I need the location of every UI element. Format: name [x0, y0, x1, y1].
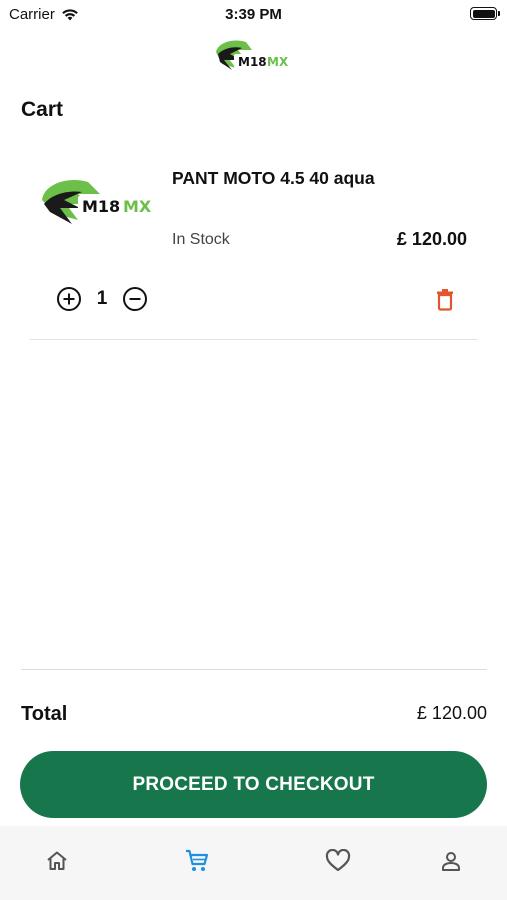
tab-home[interactable] — [42, 846, 72, 876]
decrease-quantity-button[interactable] — [122, 286, 148, 312]
page-title: Cart — [21, 98, 64, 121]
quantity-stepper: 1 — [56, 286, 148, 312]
delete-item-button[interactable] — [434, 287, 456, 311]
brand-logo: M18 MX — [216, 40, 294, 70]
total-divider — [21, 669, 487, 670]
cart-icon — [186, 849, 209, 871]
cart-item: M18 MX PANT MOTO 4.5 40 aqua In Stock £ … — [30, 150, 478, 340]
total-label: Total — [21, 703, 68, 725]
product-image: M18 MX — [42, 180, 162, 224]
person-icon — [442, 852, 460, 871]
tab-cart[interactable] — [182, 846, 212, 876]
total-amount: £ 120.00 — [416, 703, 487, 723]
trash-icon — [437, 289, 453, 311]
quantity-value: 1 — [96, 288, 108, 309]
item-name: PANT MOTO 4.5 40 aqua — [172, 168, 375, 188]
tab-bar — [0, 826, 507, 900]
proceed-to-checkout-button[interactable]: PROCEED TO CHECKOUT — [20, 751, 487, 818]
stock-status: In Stock — [172, 231, 230, 248]
battery-icon — [470, 7, 500, 20]
item-price: £ 120.00 — [396, 229, 467, 249]
svg-text:M18: M18 — [238, 55, 267, 69]
home-icon — [47, 851, 67, 870]
plus-circle-icon — [57, 287, 81, 311]
tab-profile[interactable] — [436, 846, 466, 876]
increase-quantity-button[interactable] — [56, 286, 82, 312]
svg-text:MX: MX — [123, 197, 152, 216]
heart-icon — [325, 849, 351, 872]
tab-favorites[interactable] — [323, 846, 353, 876]
minus-circle-icon — [123, 287, 147, 311]
svg-text:MX: MX — [267, 55, 289, 69]
status-time: 3:39 PM — [225, 6, 282, 23]
svg-text:M18: M18 — [82, 197, 120, 216]
status-bar: Carrier 3:39 PM — [0, 0, 507, 28]
